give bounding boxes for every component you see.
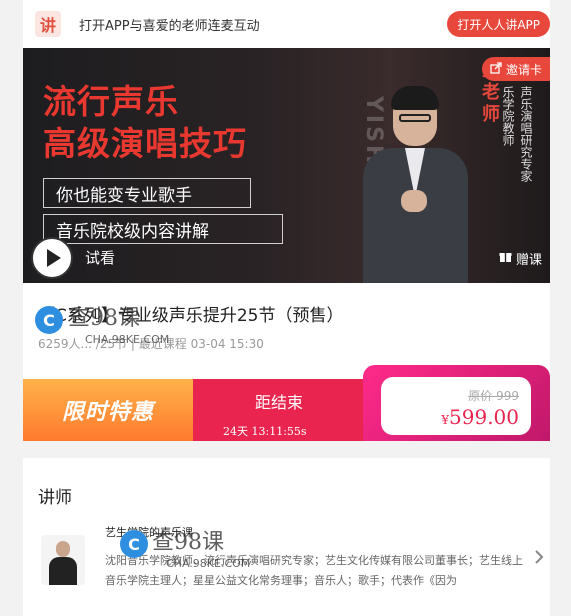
lecturer-section: 讲师 艺生学院的声乐课 沈阳音乐学院教师、流行声乐演唱研究专家；艺生文化传媒有限… xyxy=(23,458,550,616)
banner-subtitle-2: 音乐院校级内容讲解 xyxy=(43,214,283,244)
invite-card-button[interactable]: 邀请卡 xyxy=(481,57,550,81)
share-icon xyxy=(490,61,502,77)
watermark-url-2: CHA.98KE.COM xyxy=(166,557,251,570)
lecturer-heading: 讲师 xyxy=(38,488,72,508)
sale-price-value: 599.00 xyxy=(449,405,519,429)
sale-price: ¥599.00 xyxy=(441,405,519,429)
gift-course-button[interactable]: 赠课 xyxy=(499,249,542,268)
price-panel: 原价 999 ¥599.00 xyxy=(363,365,550,441)
watermark-logo-icon: C xyxy=(35,306,63,334)
countdown: 距结束 24天 13:11:55s xyxy=(193,379,383,441)
chevron-right-icon[interactable] xyxy=(534,546,544,570)
app-promo-text: 打开APP与喜爱的老师连麦互动 xyxy=(79,18,260,34)
open-app-button[interactable]: 打开人人讲APP xyxy=(447,11,550,37)
original-price: 原价 999 xyxy=(468,389,519,403)
preview-label[interactable]: 试看 xyxy=(85,247,115,268)
teacher-title-vertical-1: 乐学院教师 xyxy=(501,86,515,146)
price-card: 原价 999 ¥599.00 xyxy=(381,377,531,435)
gift-course-label: 赠课 xyxy=(515,253,542,268)
app-logo-icon: 讲 xyxy=(35,11,61,37)
teacher-photo xyxy=(363,86,468,283)
play-preview-button[interactable] xyxy=(31,237,73,279)
limited-offer-label: 限时特惠 xyxy=(23,379,193,441)
invite-card-label: 邀请卡 xyxy=(505,62,542,77)
watermark-text-2: 查98课 xyxy=(152,530,224,555)
watermark-logo-icon-2: C xyxy=(120,530,148,558)
gift-icon xyxy=(499,250,512,267)
banner-title: 流行声乐 高级演唱技巧 xyxy=(43,81,247,165)
watermark-text: 查98课 xyxy=(68,306,140,331)
course-page: 讲 打开APP与喜爱的老师连麦互动 打开人人讲APP 流行声乐 高级演唱技巧 你… xyxy=(0,0,571,616)
countdown-time: 24天 13:11:55s xyxy=(223,425,307,438)
watermark-url: CHA.98KE.COM xyxy=(85,333,170,346)
banner-title-line1: 流行声乐 xyxy=(43,82,179,121)
teacher-title-vertical-2: 声乐演唱研究专家 xyxy=(519,86,533,182)
promo-bar: 限时特惠 距结束 24天 13:11:55s 原价 999 ¥599.00 xyxy=(23,365,550,441)
lecturer-avatar[interactable] xyxy=(41,535,85,585)
course-banner: 流行声乐 高级演唱技巧 你也能变专业歌手 音乐院校级内容讲解 YISHENG 生… xyxy=(23,48,550,283)
countdown-label: 距结束 xyxy=(255,393,304,412)
play-icon xyxy=(47,249,61,267)
banner-title-line2: 高级演唱技巧 xyxy=(43,124,247,163)
currency-symbol: ¥ xyxy=(441,413,450,427)
banner-subtitle-1: 你也能变专业歌手 xyxy=(43,178,251,208)
app-promo-bar: 讲 打开APP与喜爱的老师连麦互动 打开人人讲APP xyxy=(23,0,550,48)
